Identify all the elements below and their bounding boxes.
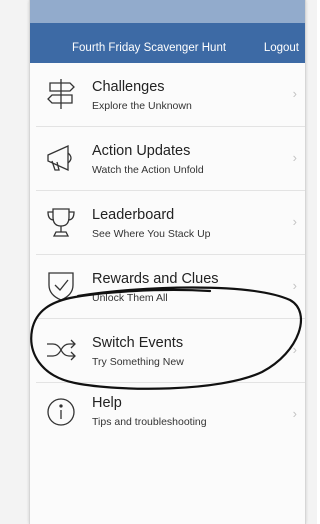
menu-item-title: Leaderboard (92, 207, 175, 223)
menu-item-subtitle: Explore the Unknown (92, 100, 192, 112)
menu-item-title: Action Updates (92, 143, 191, 159)
megaphone-icon (44, 141, 78, 175)
phone-screen: Fourth Friday Scavenger Hunt Logout Chal… (29, 0, 306, 524)
screenshot-photo: Fourth Friday Scavenger Hunt Logout Chal… (0, 0, 317, 524)
menu-item-subtitle: Watch the Action Unfold (92, 164, 204, 176)
app-header: Fourth Friday Scavenger Hunt Logout (30, 23, 305, 63)
app-title: Fourth Friday Scavenger Hunt (72, 42, 227, 54)
trophy-icon (44, 205, 78, 239)
menu-item-leaderboard[interactable]: Leaderboard See Where You Stack Up › (36, 191, 305, 255)
main-menu: Challenges Explore the Unknown › Action … (30, 63, 305, 446)
menu-item-switch-events[interactable]: Switch Events Try Something New › (36, 319, 305, 383)
menu-item-help[interactable]: Help Tips and troubleshooting › (36, 383, 305, 446)
menu-item-challenges[interactable]: Challenges Explore the Unknown › (36, 63, 305, 127)
shield-check-icon (44, 269, 78, 303)
info-icon (44, 397, 78, 431)
menu-item-title: Rewards and Clues (92, 271, 219, 287)
menu-item-title: Switch Events (92, 335, 184, 351)
menu-item-action-updates[interactable]: Action Updates Watch the Action Unfold › (36, 127, 305, 191)
status-bar (30, 0, 305, 23)
chevron-right-icon: › (292, 86, 297, 101)
signpost-icon (44, 77, 78, 111)
menu-item-title: Challenges (92, 79, 165, 95)
menu-item-subtitle: Unlock Them All (92, 292, 168, 304)
chevron-right-icon: › (292, 214, 297, 229)
chevron-right-icon: › (292, 150, 297, 165)
chevron-right-icon: › (292, 342, 297, 357)
logout-button[interactable]: Logout (264, 42, 299, 54)
menu-item-subtitle: See Where You Stack Up (92, 228, 211, 240)
menu-item-subtitle: Try Something New (92, 356, 184, 368)
shuffle-icon (44, 333, 78, 367)
menu-item-rewards-and-clues[interactable]: Rewards and Clues Unlock Them All › (36, 255, 305, 319)
chevron-right-icon: › (292, 406, 297, 421)
chevron-right-icon: › (292, 278, 297, 293)
menu-item-subtitle: Tips and troubleshooting (92, 416, 207, 428)
menu-item-title: Help (92, 395, 122, 411)
